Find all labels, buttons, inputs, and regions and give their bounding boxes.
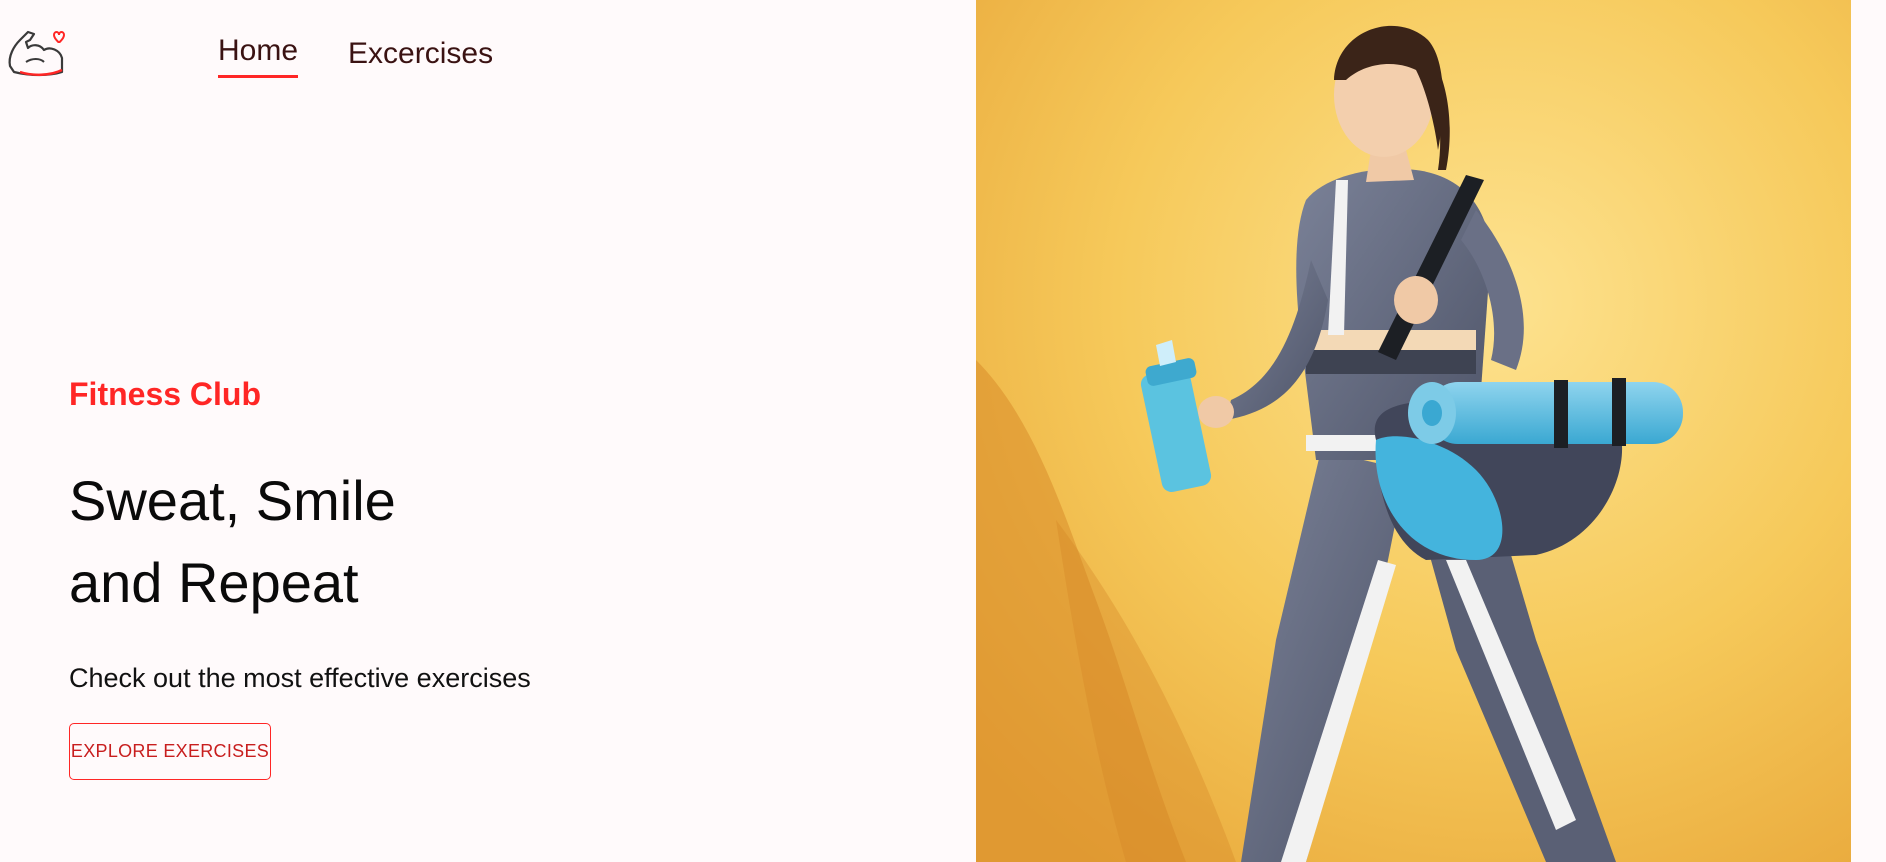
hero-section: Fitness Club Sweat, Smile and Repeat Che…	[69, 370, 869, 698]
right-gutter	[1851, 0, 1886, 862]
brand-title: Fitness Club	[69, 376, 262, 412]
nav-home-link[interactable]: Home	[218, 34, 299, 78]
headline-line-2: and Repeat	[69, 551, 359, 614]
main-nav: Home Excercises	[218, 34, 493, 78]
explore-exercises-button[interactable]: EXPLORE EXERCISES	[69, 723, 271, 780]
headline-line-1: Sweat, Smile	[69, 469, 396, 532]
hero-subtitle: Check out the most effective exercises	[69, 663, 531, 693]
hero-headline: Sweat, Smile and Repeat	[69, 460, 869, 624]
nav-exercises-link[interactable]: Excercises	[348, 37, 493, 78]
logo[interactable]	[6, 26, 68, 82]
woman-with-gym-bag-photo	[976, 0, 1851, 862]
hero-banner-image	[976, 0, 1851, 862]
flexed-arm-heart-icon	[8, 30, 66, 77]
